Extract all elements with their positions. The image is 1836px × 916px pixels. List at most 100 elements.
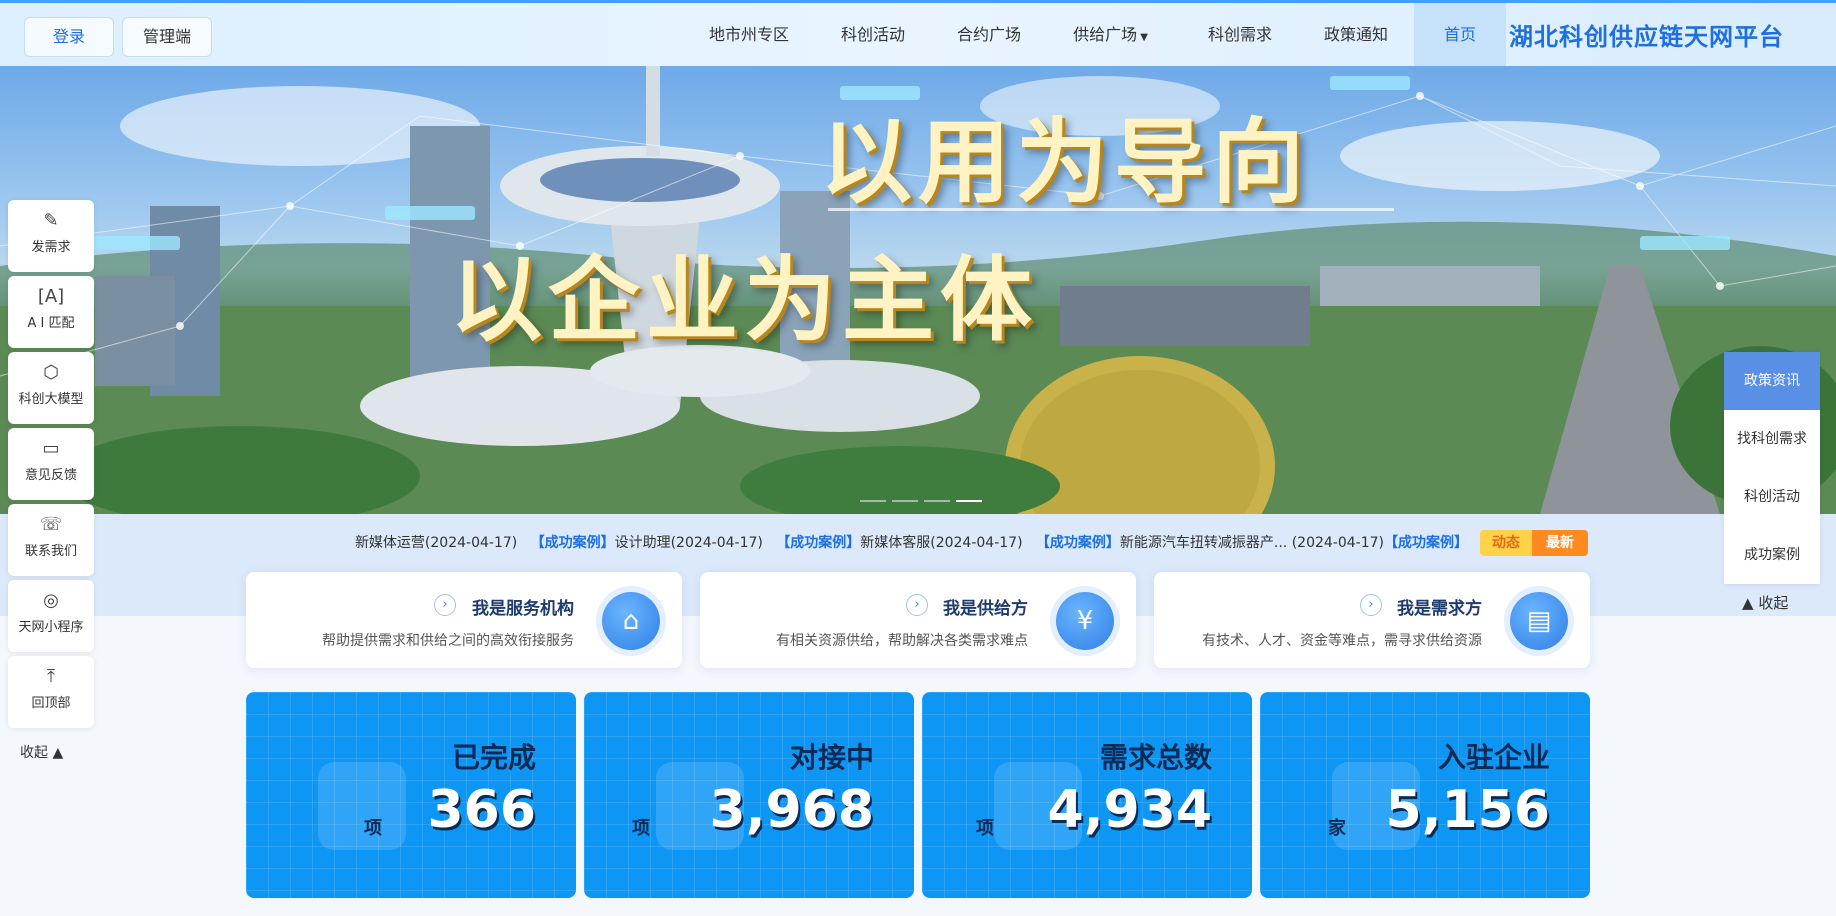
role-card-supply[interactable]: ¥ 我是供给方 › 有相关资源供给，帮助解决各类需求难点 bbox=[700, 572, 1136, 668]
ticker-tag: 【成功案例】 bbox=[1384, 535, 1468, 551]
slider-dot-active[interactable] bbox=[956, 500, 982, 502]
money-hand-icon: ¥ bbox=[1056, 592, 1114, 650]
chat-icon: ▭ bbox=[42, 438, 60, 459]
right-collapse-button[interactable]: ▲ 收起 bbox=[1742, 592, 1788, 613]
left-collapse-button[interactable]: 收起 ▲ bbox=[20, 742, 63, 762]
stat-card-matching: 对接中 3,968 项 bbox=[584, 692, 914, 898]
nav-contract[interactable]: 合约广场 bbox=[931, 3, 1047, 66]
tab-find-demand[interactable]: 找科创需求 bbox=[1724, 410, 1820, 468]
contact-button[interactable]: ☏ 联系我们 bbox=[8, 504, 94, 576]
role-desc: 帮助提供需求和供给之间的高效衔接服务 bbox=[322, 633, 574, 649]
admin-button[interactable]: 管理端 bbox=[122, 17, 212, 57]
ticker-item[interactable]: 【成功案例】新能源汽车扭转减振器产... (2024-04-17) bbox=[1036, 535, 1384, 551]
stat-card-completed: 已完成 366 项 bbox=[246, 692, 576, 898]
banner-slogan-1: 以用为导向 bbox=[820, 109, 1311, 216]
slider-dot[interactable] bbox=[892, 500, 918, 502]
nav-activity[interactable]: 科创活动 bbox=[815, 3, 931, 66]
check-icon bbox=[318, 762, 406, 850]
stat-label: 入驻企业 bbox=[1437, 741, 1550, 774]
slider-dot[interactable] bbox=[924, 500, 950, 502]
tool-label: 意见反馈 bbox=[24, 468, 77, 483]
role-card-service[interactable]: ⌂ 我是服务机构 › 帮助提供需求和供给之间的高效衔接服务 bbox=[246, 572, 682, 668]
ticker-tag: 【成功案例】 bbox=[530, 535, 615, 551]
stat-value: 3,968 bbox=[709, 780, 874, 840]
arrow-up-icon: ⤒ bbox=[47, 666, 55, 687]
document-icon: ▤ bbox=[1510, 592, 1568, 650]
ai-icon: [A] bbox=[37, 286, 65, 307]
ticker-tag: 【成功案例】 bbox=[776, 535, 861, 551]
nav-supply[interactable]: 供给广场 ▼ bbox=[1047, 3, 1182, 66]
login-button[interactable]: 登录 bbox=[24, 17, 114, 57]
ai-model-button[interactable]: ⬡ 科创大模型 bbox=[8, 352, 94, 424]
tool-label: 天网小程序 bbox=[18, 620, 84, 635]
left-toolbar: ✎ 发需求 [A] A I 匹配 ⬡ 科创大模型 ▭ 意见反馈 ☏ 联系我们 ◎… bbox=[8, 200, 96, 732]
chevron-right-icon[interactable]: › bbox=[434, 594, 456, 616]
chevron-right-icon[interactable]: › bbox=[906, 594, 928, 616]
tool-label: A I 匹配 bbox=[27, 316, 75, 331]
chevron-right-icon[interactable]: › bbox=[1360, 594, 1382, 616]
ticker-item-text: 新能源汽车扭转减振器产... (2024-04-17) bbox=[1119, 535, 1384, 551]
triangle-up-icon: ▲ bbox=[52, 745, 64, 761]
slider-dots bbox=[860, 500, 982, 502]
mini-program-button[interactable]: ◎ 天网小程序 bbox=[8, 580, 94, 652]
main-nav: 首页 政策通知 科创需求 供给广场 ▼ 合约广场 科创活动 地市州专区 bbox=[683, 3, 1506, 66]
stat-label: 需求总数 bbox=[1099, 741, 1212, 774]
back-to-top-button[interactable]: ⤒ 回顶部 bbox=[8, 656, 94, 728]
role-card-demand[interactable]: ▤ 我是需求方 › 有技术、人才、资金等难点，需寻求供给资源 bbox=[1154, 572, 1590, 668]
stat-card-demands: 需求总数 4,934 项 bbox=[922, 692, 1252, 898]
stat-value: 5,156 bbox=[1385, 780, 1550, 840]
tool-label: 联系我们 bbox=[24, 544, 77, 559]
tab-policy-news[interactable]: 政策资讯 bbox=[1724, 352, 1820, 410]
role-desc: 有技术、人才、资金等难点，需寻求供给资源 bbox=[1202, 633, 1482, 649]
tool-label: 发需求 bbox=[31, 240, 71, 255]
stat-label: 已完成 bbox=[451, 741, 536, 774]
role-desc: 有相关资源供给，帮助解决各类需求难点 bbox=[776, 633, 1028, 649]
post-demand-button[interactable]: ✎ 发需求 bbox=[8, 200, 94, 272]
feedback-button[interactable]: ▭ 意见反馈 bbox=[8, 428, 94, 500]
ticker-text: 【成功案例】新媒体运营(2024-04-17) 【成功案例】设计助理(2024-… bbox=[355, 532, 1468, 552]
stat-label: 对接中 bbox=[789, 741, 874, 774]
triangle-up-icon: ▲ bbox=[1742, 594, 1754, 612]
stat-card-companies: 入驻企业 5,156 家 bbox=[1260, 692, 1590, 898]
role-title: 我是供给方 bbox=[943, 599, 1028, 619]
right-tabs: 政策资讯 找科创需求 科创活动 成功案例 bbox=[1724, 352, 1820, 584]
headset-icon: ☏ bbox=[39, 514, 63, 535]
collapse-label: 收起 bbox=[20, 745, 48, 761]
site-logo[interactable]: 湖北科创供应链天网平台 bbox=[1509, 17, 1784, 52]
stat-unit: 家 bbox=[1328, 818, 1346, 839]
nav-region[interactable]: 地市州专区 bbox=[683, 3, 815, 66]
ticker-item-text: 新媒体运营(2024-04-17) bbox=[354, 535, 518, 551]
nav-supply-label: 供给广场 bbox=[1073, 25, 1138, 44]
ticker-item[interactable]: 【成功案例】设计助理(2024-04-17) bbox=[531, 535, 763, 551]
ticker-item[interactable]: 【成功案例】新媒体客服(2024-04-17) bbox=[776, 535, 1022, 551]
slider-dot[interactable] bbox=[860, 500, 886, 502]
banner-slogan-2: 以企业为主体 bbox=[450, 247, 1039, 354]
hero-banner[interactable]: 以用为导向 以企业为主体 bbox=[0, 66, 1836, 514]
nav-home[interactable]: 首页 bbox=[1413, 3, 1506, 66]
stat-value: 4,934 bbox=[1047, 780, 1212, 840]
ticker-item-text: 设计助理(2024-04-17) bbox=[614, 535, 763, 551]
ticker-tag: 【成功案例】 bbox=[1035, 535, 1120, 551]
ai-match-button[interactable]: [A] A I 匹配 bbox=[8, 276, 94, 348]
nav-policy[interactable]: 政策通知 bbox=[1298, 3, 1414, 66]
tool-label: 科创大模型 bbox=[18, 392, 84, 407]
tab-activities[interactable]: 科创活动 bbox=[1724, 468, 1820, 526]
tab-cases[interactable]: 成功案例 bbox=[1724, 526, 1820, 584]
caret-down-icon: ▼ bbox=[1137, 32, 1148, 43]
banner-divider bbox=[828, 208, 1394, 211]
bank-icon: ⌂ bbox=[602, 592, 660, 650]
tool-label: 回顶部 bbox=[31, 696, 71, 711]
ticker-item-text: 新媒体客服(2024-04-17) bbox=[860, 535, 1023, 551]
pen-icon: ✎ bbox=[43, 210, 59, 231]
nav-demand[interactable]: 科创需求 bbox=[1182, 3, 1298, 66]
news-ticker: 【成功案例】新媒体运营(2024-04-17) 【成功案例】设计助理(2024-… bbox=[248, 530, 1588, 554]
collapse-label: 收起 bbox=[1758, 594, 1789, 612]
cube-icon: ⬡ bbox=[43, 362, 59, 383]
stat-unit: 项 bbox=[632, 818, 650, 839]
stat-value: 366 bbox=[427, 780, 536, 840]
stat-unit: 项 bbox=[976, 818, 994, 839]
role-title: 我是服务机构 bbox=[472, 599, 574, 619]
role-title: 我是需求方 bbox=[1397, 599, 1482, 619]
stat-unit: 项 bbox=[364, 818, 382, 839]
miniprogram-icon: ◎ bbox=[43, 590, 59, 611]
